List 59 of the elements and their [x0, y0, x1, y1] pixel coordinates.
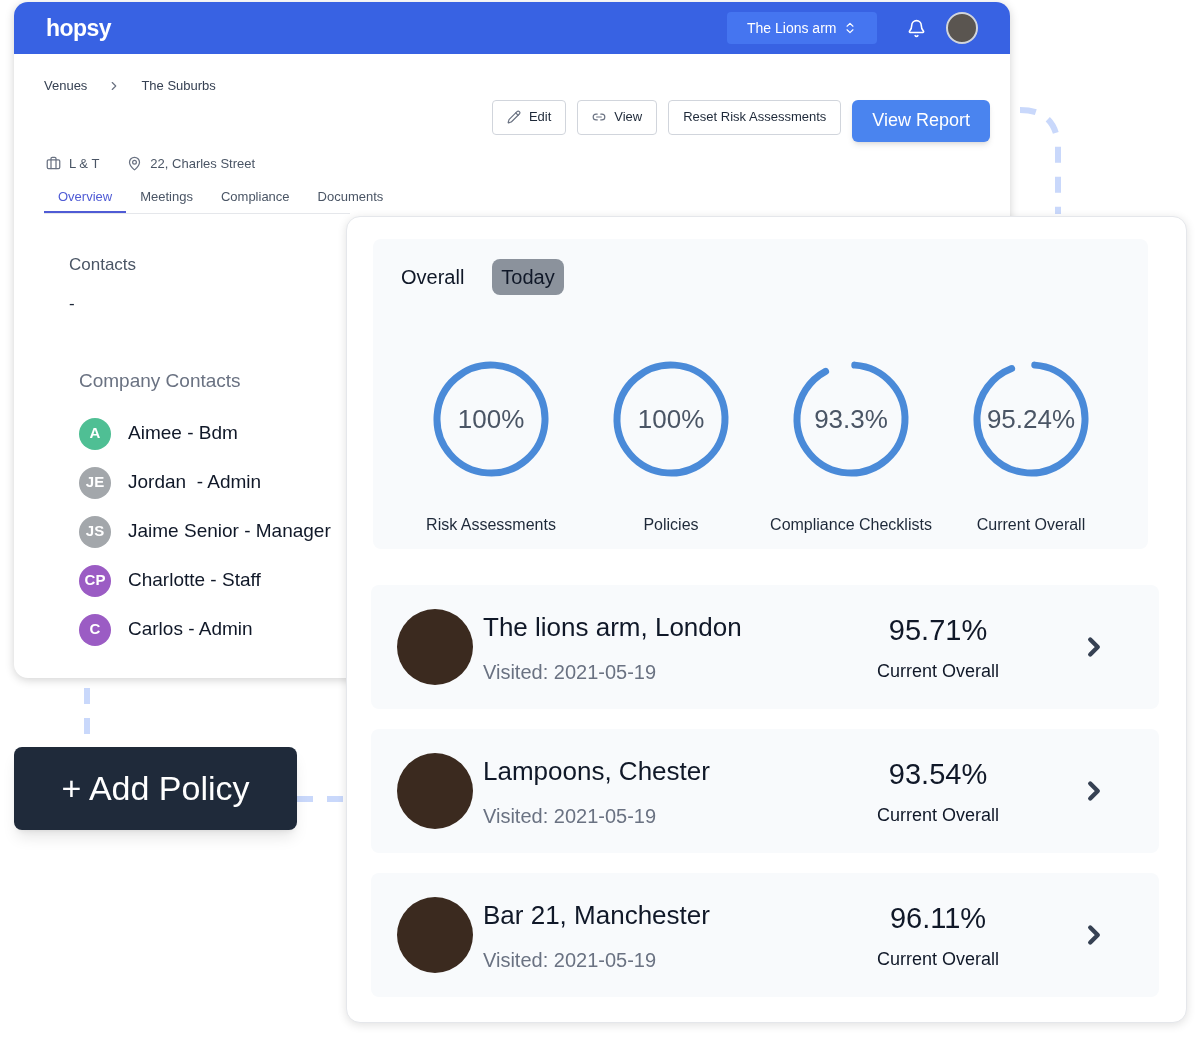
tab[interactable]: Documents: [303, 187, 398, 213]
meta-text: L & T: [69, 154, 100, 173]
contact-avatar: JE: [79, 466, 111, 499]
venue-name: Bar 21, Manchester: [483, 898, 711, 932]
contact-name[interactable]: Carlos - Admin: [128, 615, 253, 644]
ring-value: 100%: [637, 402, 705, 436]
meta-text: 22, Charles Street: [150, 154, 256, 173]
contact-avatar: C: [79, 613, 111, 646]
score-label: Current Overall: [876, 948, 999, 972]
contact-name[interactable]: Jaime Senior - Manager: [128, 517, 331, 546]
tab[interactable]: Overview: [44, 187, 127, 213]
venue-row[interactable]: The lions arm, London Visited: 2021-05-19 95.71% Current Overall: [371, 585, 1159, 709]
user-avatar[interactable]: [946, 12, 978, 44]
section-title: Company Contacts: [79, 368, 241, 393]
tab[interactable]: Compliance: [206, 187, 304, 213]
contact-name[interactable]: Aimee - Bdm: [128, 419, 238, 448]
action-button[interactable]: View: [577, 99, 658, 135]
notification-bell-icon[interactable]: [907, 18, 926, 38]
venue-score: 96.11%: [889, 900, 987, 936]
contact-avatar: A: [79, 417, 111, 450]
visited-date: Visited: 2021-05-19: [483, 803, 658, 829]
venue-score: 95.71%: [888, 612, 988, 648]
period-toggle[interactable]: Today: [492, 259, 564, 295]
breadcrumb-current: The Suburbs: [141, 77, 216, 95]
venue-row[interactable]: Bar 21, Manchester Visited: 2021-05-19 96.11% Current Overall: [371, 873, 1159, 997]
ring-label: Compliance Checklists: [770, 515, 932, 535]
contacts-value: -: [69, 293, 75, 315]
score-label: Current Overall: [876, 660, 999, 684]
venue-select[interactable]: The Lions arm: [727, 12, 877, 44]
score-label: Current Overall: [876, 804, 999, 828]
contact-name[interactable]: Charlotte - Staff: [128, 566, 261, 595]
tab[interactable]: Meetings: [126, 187, 207, 213]
contact-avatar: CP: [79, 564, 111, 597]
visited-date: Visited: 2021-05-19: [483, 947, 658, 973]
link-icon: [592, 110, 607, 124]
venue-name: The lions arm, London: [483, 610, 743, 644]
ring-label: Risk Assessments: [426, 515, 556, 535]
ring-value: 95.24%: [986, 402, 1076, 436]
ring-label: Current Overall: [976, 515, 1086, 535]
venue-score: 93.54%: [888, 756, 988, 792]
ring-value: 93.3%: [814, 402, 888, 436]
section-title: Contacts: [69, 253, 137, 276]
add-policy-button[interactable]: + Add Policy: [14, 747, 297, 830]
contact-avatar: JS: [79, 515, 111, 548]
briefcase-icon: [46, 155, 61, 171]
contact-name[interactable]: Jordan - Admin: [128, 468, 262, 497]
pencil-icon: [506, 110, 521, 124]
view-report-button[interactable]: View Report: [852, 99, 990, 142]
period-toggle[interactable]: Overall: [401, 259, 465, 295]
logo: hopsy: [46, 13, 111, 43]
venue-row[interactable]: Lampoons, Chester Visited: 2021-05-19 93.54% Current Overall: [371, 729, 1159, 853]
ring-label: Policies: [643, 515, 699, 535]
ring-value: 100%: [457, 402, 525, 436]
venue-name: Lampoons, Chester: [483, 754, 711, 788]
action-button[interactable]: Reset Risk Assessments: [668, 99, 842, 135]
action-button[interactable]: Edit: [491, 99, 567, 135]
breadcrumb-link[interactable]: Venues: [44, 76, 88, 96]
map-pin-icon: [127, 155, 143, 171]
visited-date: Visited: 2021-05-19: [483, 659, 658, 685]
